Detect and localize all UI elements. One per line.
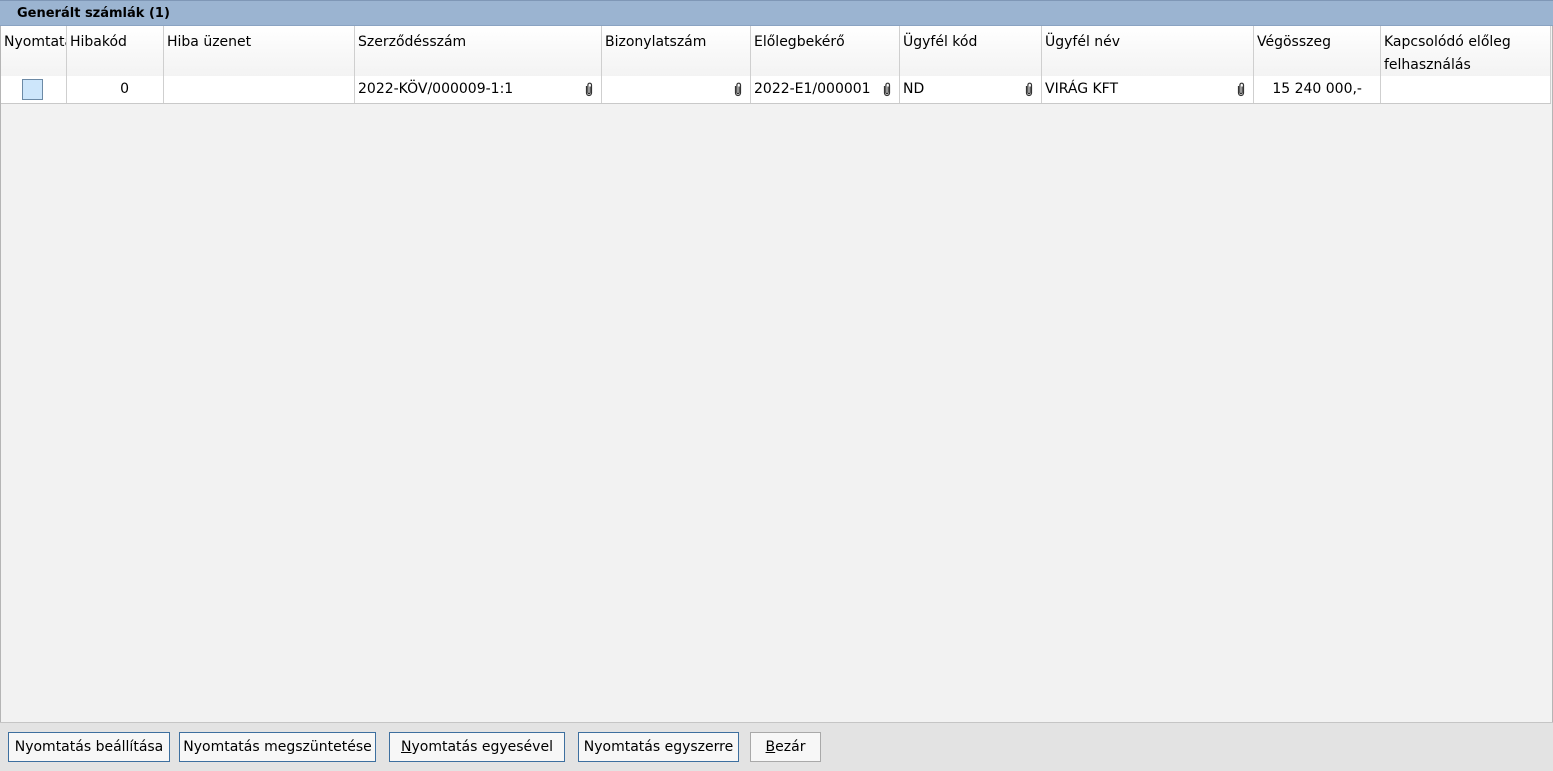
invoices-grid[interactable]: Nyomtatás Hibakód Hiba üzenet Szerződéss… [0,26,1553,722]
column-header-related-advance[interactable]: Kapcsolódó előleg felhasználás [1381,26,1551,76]
paperclip-icon[interactable] [881,82,893,97]
paperclip-icon[interactable] [583,82,595,97]
advance-request-value: 2022-E1/000001 [754,81,871,97]
cancel-print-button[interactable]: Nyomtatás megszüntetése [179,732,376,762]
column-header-error-code[interactable]: Hibakód [67,26,164,76]
customer-code-value: ND [903,81,925,97]
print-individually-button[interactable]: Nyomtatás egyesével [389,732,565,762]
error-message-cell [164,76,355,103]
related-advance-cell [1381,76,1551,103]
column-header-advance-request[interactable]: Előlegbekérő [751,26,900,76]
print-individually-accesskey: N [401,739,412,755]
contract-number-cell: 2022-KÖV/000009-1:1 [355,76,602,103]
customer-name-value: VIRÁG KFT [1045,81,1119,97]
paperclip-icon[interactable] [732,82,744,97]
customer-name-cell: VIRÁG KFT [1042,76,1254,103]
column-header-error-message[interactable]: Hiba üzenet [164,26,355,76]
panel-title: Generált számlák (1) [17,6,170,21]
print-individually-label: yomtatás egyesével [411,739,553,755]
paperclip-icon[interactable] [1023,82,1035,97]
document-number-cell [602,76,751,103]
column-header-customer-name[interactable]: Ügyfél név [1042,26,1254,76]
print-cell [1,76,67,103]
print-settings-button[interactable]: Nyomtatás beállítása [8,732,170,762]
button-bar: Nyomtatás beállítása Nyomtatás megszünte… [0,722,1553,771]
column-header-document-number[interactable]: Bizonylatszám [602,26,751,76]
column-header-contract-number[interactable]: Szerződésszám [355,26,602,76]
contract-number-value: 2022-KÖV/000009-1:1 [358,81,514,97]
close-label: ezár [775,739,806,755]
table-row[interactable]: 0 2022-KÖV/000009-1:1 2022-E1/000001 ND … [1,76,1551,104]
print-at-once-button[interactable]: Nyomtatás egyszerre [578,732,739,762]
advance-request-cell: 2022-E1/000001 [751,76,900,103]
total-cell: 15 240 000,- [1254,76,1381,103]
paperclip-icon[interactable] [1235,82,1247,97]
close-button[interactable]: Bezár [750,732,821,762]
print-checkbox[interactable] [22,79,43,100]
panel-title-bar: Generált számlák (1) [0,0,1553,26]
column-header-print[interactable]: Nyomtatás [1,26,67,76]
customer-code-cell: ND [900,76,1042,103]
close-accesskey: B [765,739,776,755]
column-header-customer-code[interactable]: Ügyfél kód [900,26,1042,76]
column-header-total[interactable]: Végösszeg [1254,26,1381,76]
error-code-cell: 0 [67,76,164,103]
grid-header-row: Nyomtatás Hibakód Hiba üzenet Szerződéss… [1,26,1551,77]
